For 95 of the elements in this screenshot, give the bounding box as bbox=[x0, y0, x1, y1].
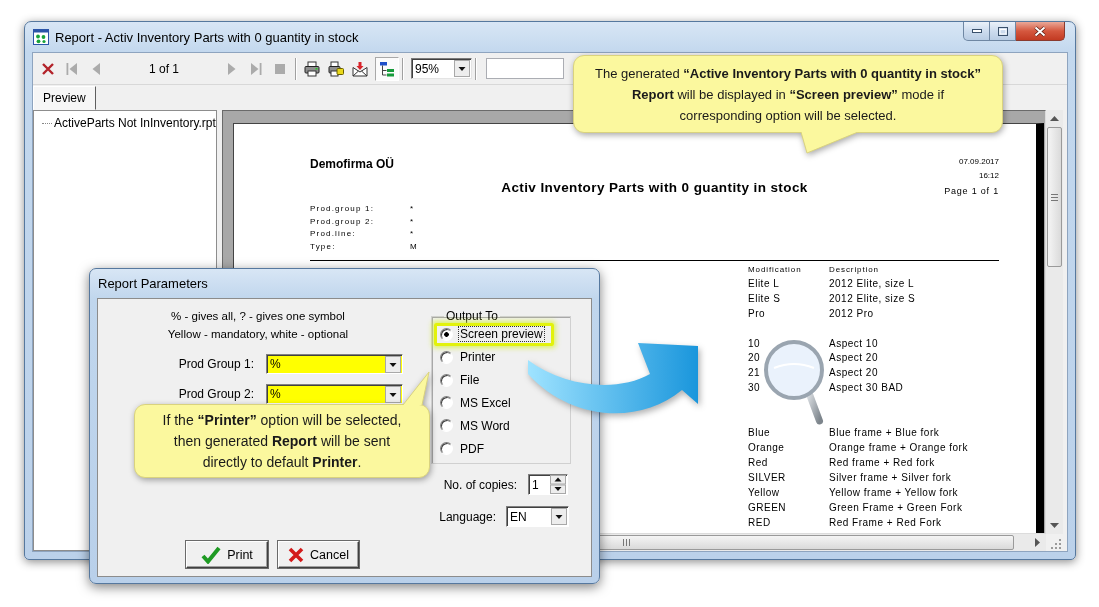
radio-option[interactable]: Printer bbox=[434, 345, 503, 369]
table-cell: Orange bbox=[748, 441, 785, 456]
table-cell-text: SILVER bbox=[748, 470, 786, 485]
table-cell-text: RED bbox=[748, 515, 771, 530]
first-page-icon bbox=[64, 60, 80, 77]
radio-option[interactable]: PDF bbox=[434, 437, 491, 460]
table-cell-text: Aspect 10 bbox=[829, 336, 878, 351]
checkmark-icon bbox=[201, 545, 222, 564]
table-cell-text: Green Frame + Green Fork bbox=[829, 500, 963, 515]
parameter-value: M bbox=[410, 241, 418, 254]
table-cell-text: Elite L bbox=[748, 276, 780, 291]
copies-spinner[interactable]: 1 bbox=[528, 474, 568, 495]
parameter-label: Prod.group 1: bbox=[310, 203, 375, 215]
parameter-value: * bbox=[410, 228, 415, 241]
app-icon bbox=[33, 29, 49, 45]
group-title: Output To bbox=[445, 309, 499, 323]
table-cell-text: Red bbox=[748, 455, 768, 470]
table-cell-text: Aspect 20 bbox=[829, 366, 878, 381]
x-mark-icon bbox=[288, 546, 305, 563]
table-cell-text: Yellow bbox=[748, 485, 780, 500]
table-cell-text: Aspect 20 bbox=[829, 351, 878, 366]
group-tree-button[interactable] bbox=[375, 56, 399, 81]
field-label: Prod Group 1: bbox=[178, 357, 254, 371]
language-dropdown[interactable]: EN bbox=[506, 506, 569, 527]
table-cell-text: Red frame + Red fork bbox=[829, 455, 935, 470]
dialog-title: Report Parameters bbox=[98, 276, 208, 291]
field-label: Language: bbox=[439, 509, 496, 524]
page-number: Page 1 of 1 bbox=[944, 186, 999, 197]
radio-option[interactable]: Screen preview bbox=[434, 323, 554, 346]
table-cell: Orange frame + Orange fork bbox=[829, 441, 968, 456]
close-icon bbox=[40, 60, 56, 77]
parameter-label: Type: bbox=[310, 241, 336, 254]
window-title: Report - Activ Inventory Parts with 0 guantity in stock bbox=[55, 29, 359, 45]
close-icon bbox=[1034, 25, 1046, 37]
print-button[interactable]: Print bbox=[186, 541, 268, 568]
tree-icon bbox=[379, 60, 395, 77]
close-button[interactable] bbox=[1016, 22, 1065, 41]
tab[interactable]: Preview bbox=[33, 86, 96, 110]
scroll-down-arrow-icon[interactable] bbox=[1050, 523, 1059, 528]
spinner-arrows-icon[interactable] bbox=[550, 475, 566, 494]
last-page-icon bbox=[248, 60, 264, 77]
scroll-up-arrow-icon[interactable] bbox=[1050, 116, 1059, 121]
parameter-value: * bbox=[410, 203, 415, 215]
size-grip-icon[interactable] bbox=[1051, 539, 1061, 549]
minimize-button[interactable] bbox=[963, 22, 990, 41]
callout-text: If the “Printer” option will be selected, then generated Report will be sent directly to default Printer. bbox=[161, 410, 403, 472]
parameter-label: Prod.group 2: bbox=[310, 215, 375, 228]
parameter-label: Prod.line: bbox=[310, 228, 356, 241]
column-header: Modification bbox=[748, 263, 802, 275]
dropdown-field[interactable]: % bbox=[266, 384, 403, 404]
magnifier-icon bbox=[763, 339, 827, 425]
report-date: 07.09.2017 bbox=[958, 157, 999, 167]
parameter-value: * bbox=[410, 215, 415, 228]
table-cell-text: 2012 Elite, size L bbox=[829, 276, 915, 291]
callout-text: The generated “Active Inventory Parts with 0 quantity in stock” Report will be displayed in “Screen preview” mode if corresponding option will be selected. bbox=[594, 64, 982, 125]
table-cell-text: Blue bbox=[748, 426, 770, 441]
field-label: Prod Group 2: bbox=[178, 387, 254, 401]
minimize-icon bbox=[971, 29, 982, 33]
table-cell-text: 2012 Pro bbox=[829, 306, 874, 321]
zoom-dropdown[interactable]: 95% bbox=[411, 58, 472, 79]
table-cell-text: Elite S bbox=[748, 291, 781, 306]
envelope-icon bbox=[352, 60, 368, 77]
report-time: 16:12 bbox=[978, 171, 999, 181]
table-cell-text: Yellow frame + Yellow fork bbox=[829, 485, 959, 500]
table-cell-text: GREEN bbox=[748, 500, 787, 515]
table-cell-text: 10 bbox=[748, 336, 761, 351]
printer-icon bbox=[328, 60, 344, 77]
table-cell-text: Blue frame + Blue fork bbox=[829, 426, 940, 441]
tree-item[interactable]: ActiveParts Not InInventory.rpt bbox=[42, 116, 216, 130]
table-cell-text: Pro bbox=[748, 306, 766, 321]
scrollbar-thumb[interactable] bbox=[1047, 127, 1062, 267]
scroll-right-arrow-icon[interactable] bbox=[1035, 538, 1040, 547]
cancel-button[interactable]: Cancel bbox=[278, 541, 359, 568]
table-cell-text: 2012 Elite, size S bbox=[829, 291, 916, 306]
hint-text: Yellow - mandatory, white - optional bbox=[167, 327, 349, 342]
hint-text: % - gives all, ? - gives one symbol bbox=[171, 309, 345, 324]
maximize-button[interactable] bbox=[990, 22, 1016, 41]
report-title: Activ Inventory Parts with 0 guantity in stock bbox=[501, 179, 808, 197]
radio-option[interactable]: File bbox=[434, 368, 487, 392]
field-label: No. of copies: bbox=[443, 477, 517, 492]
company-name: Demofirma OÜ bbox=[310, 157, 395, 173]
page-indicator: 1 of 1 bbox=[148, 61, 180, 76]
table-cell-text: 21 bbox=[748, 366, 761, 381]
table-cell-text: 20 bbox=[748, 351, 761, 366]
table-cell-text: 30 bbox=[748, 381, 761, 396]
radio-option[interactable]: MS Excel bbox=[434, 391, 518, 415]
search-field[interactable] bbox=[486, 58, 564, 79]
radio-option[interactable]: MS Word bbox=[434, 414, 517, 438]
table-cell-text: Aspect 30 BAD bbox=[829, 381, 904, 396]
printer-icon bbox=[304, 60, 320, 77]
table-cell-text: Red Frame + Red Fork bbox=[829, 515, 942, 530]
table-cell-text: Silver frame + Silver fork bbox=[829, 470, 952, 485]
column-header: Description bbox=[829, 263, 879, 275]
maximize-icon bbox=[997, 26, 1008, 36]
dropdown-field[interactable]: % bbox=[266, 354, 403, 374]
